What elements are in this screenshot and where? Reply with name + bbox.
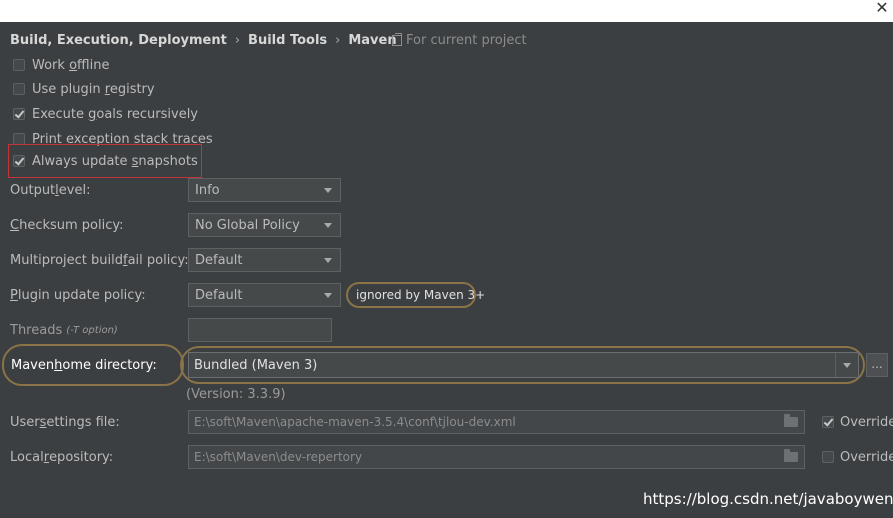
maven-home-dropdown[interactable]: Bundled (Maven 3) <box>188 352 859 378</box>
plugin-update-hint: ignored by Maven 3+ <box>346 282 485 308</box>
local-repository-label: Local r epository: <box>10 449 114 465</box>
plugin-update-policy-dropdown[interactable]: Default <box>188 283 341 307</box>
override-label: Override <box>840 449 893 465</box>
dropdown-value: Default <box>195 287 243 303</box>
chevron-down-icon <box>843 362 851 368</box>
field-value: E:\soft\Maven\apache-maven-3.5.4\conf\tj… <box>194 415 516 429</box>
checkbox-label: Always update snapshots <box>32 153 198 169</box>
checkbox-label: Execute goals recursively <box>32 106 198 122</box>
breadcrumb-item-build-execution-deployment[interactable]: Build, Execution, Deployment <box>10 33 227 48</box>
checkbox-use-plugin-registry[interactable]: Use plugin registry <box>13 80 155 98</box>
watermark: https://blog.csdn.net/javaboyweng <box>643 490 893 508</box>
checkbox-box[interactable] <box>13 83 25 95</box>
field-value: E:\soft\Maven\dev-repertory <box>194 450 363 464</box>
checksum-policy-label: Checksum policy: <box>10 217 124 233</box>
checkbox-label: Use plugin registry <box>32 81 155 97</box>
multiproject-fail-policy-label: Multiproject build f ail policy: <box>10 252 189 268</box>
local-repository-field[interactable]: E:\soft\Maven\dev-repertory <box>188 445 805 469</box>
checksum-policy-dropdown[interactable]: No Global Policy <box>188 213 341 237</box>
checkbox-box[interactable] <box>822 416 834 428</box>
multiproject-fail-policy-dropdown[interactable]: Default <box>188 248 341 272</box>
local-repository-override[interactable]: Override <box>822 448 893 466</box>
chevron-down-icon <box>324 187 332 193</box>
user-settings-label: User s ettings file: <box>10 414 120 430</box>
breadcrumb-separator: › <box>335 32 341 48</box>
breadcrumb-separator: › <box>234 32 241 48</box>
browse-button[interactable]: ... <box>866 353 888 377</box>
override-label: Override <box>840 414 893 430</box>
window-titlebar <box>0 0 893 22</box>
dropdown-arrow-button[interactable] <box>835 353 858 377</box>
folder-icon[interactable] <box>784 414 798 427</box>
checkbox-box[interactable] <box>13 59 25 71</box>
dropdown-value: Info <box>195 182 220 198</box>
maven-home-label: Maven h ome directory: <box>2 344 184 386</box>
checkbox-work-offline[interactable]: Work offline <box>13 56 109 74</box>
dropdown-value: No Global Policy <box>195 217 300 233</box>
output-level-label: Output l evel: <box>10 182 91 198</box>
chevron-down-icon <box>324 292 332 298</box>
breadcrumb-item-maven: Maven <box>348 32 397 48</box>
output-level-dropdown[interactable]: Info <box>188 178 341 202</box>
checkbox-box[interactable] <box>822 451 834 463</box>
checkbox-box[interactable] <box>13 155 25 167</box>
plugin-update-policy-label: Plugin update policy: <box>10 287 146 303</box>
checkbox-always-update-snapshots[interactable]: Always update snapshots <box>13 152 198 170</box>
user-settings-override[interactable]: Override <box>822 413 893 431</box>
checkbox-execute-goals-recursively[interactable]: Execute goals recursively <box>13 105 198 123</box>
scope-indicator: For current project <box>392 31 527 49</box>
checkbox-box[interactable] <box>13 108 25 120</box>
dropdown-value: Bundled (Maven 3) <box>194 357 318 373</box>
checkbox-label: Work offline <box>32 57 110 73</box>
folder-icon[interactable] <box>784 449 798 462</box>
breadcrumb: Build, Execution, Deployment › Build Too… <box>10 31 397 49</box>
threads-label: Threads (-T option) <box>10 322 118 338</box>
chevron-down-icon <box>324 257 332 263</box>
threads-input[interactable] <box>188 318 332 342</box>
scope-label: For current project <box>406 32 527 48</box>
page-icon <box>392 32 402 46</box>
breadcrumb-item-build-tools[interactable]: Build Tools <box>248 33 327 48</box>
dropdown-value: Default <box>195 252 243 268</box>
threads-option-note: (-T option) <box>66 324 118 336</box>
close-icon[interactable]: ✕ <box>873 0 891 19</box>
maven-version: (Version: 3.3.9) <box>186 386 286 402</box>
user-settings-field[interactable]: E:\soft\Maven\apache-maven-3.5.4\conf\tj… <box>188 410 805 434</box>
chevron-down-icon <box>324 222 332 228</box>
